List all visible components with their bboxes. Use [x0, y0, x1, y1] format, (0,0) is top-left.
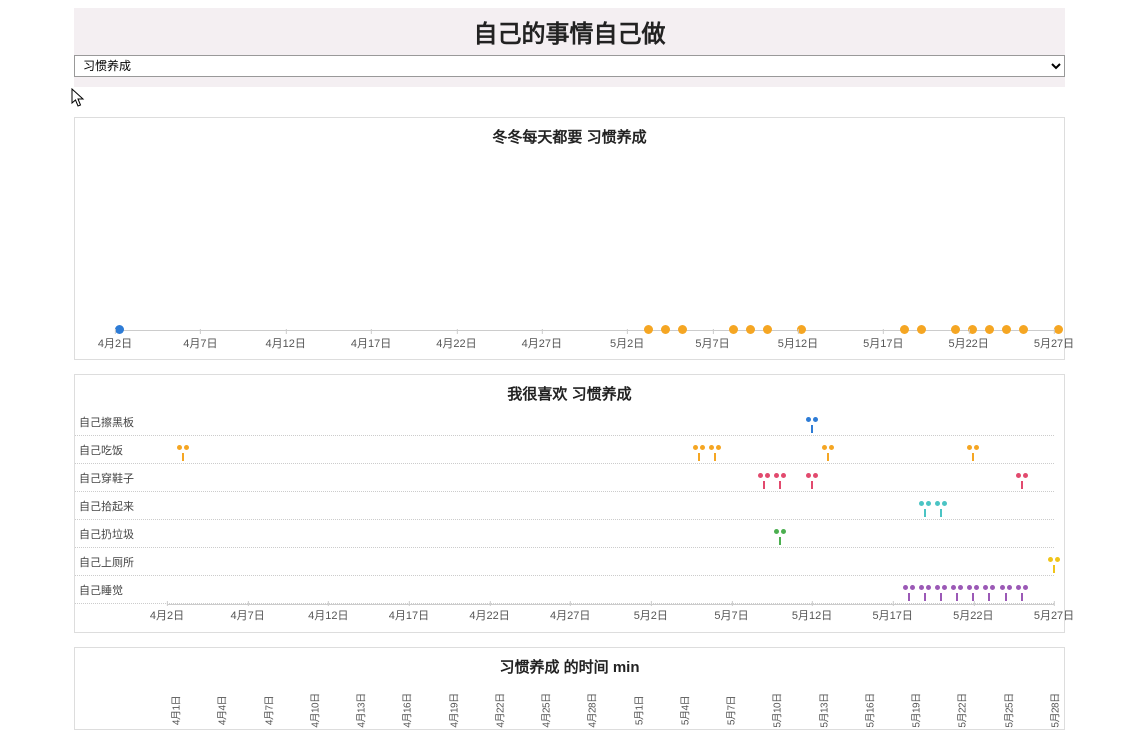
chart2-row: 自己睡觉: [75, 576, 1054, 604]
chart2-xtick: 5月22日: [953, 607, 993, 623]
event-marker: [807, 473, 817, 489]
chart3-xtick: 4月25日: [538, 693, 553, 727]
chart2-xtick: 4月7日: [231, 607, 265, 623]
chart2-row-label: 自己拾起来: [79, 498, 151, 514]
chart2-xtick: 4月27日: [550, 607, 590, 623]
chart2-row-label: 自己吃饭: [79, 442, 151, 458]
chart3-xtick: 4月10日: [306, 693, 321, 727]
chart2-track: [167, 576, 1054, 603]
event-marker: [1017, 585, 1027, 601]
chart3-xtick: 5月4日: [676, 696, 691, 725]
chart3-xtick: 4月19日: [445, 693, 460, 727]
chart2-xtick: 5月12日: [792, 607, 832, 623]
event-marker: [952, 585, 962, 601]
chart3-xtick: 4月1日: [168, 696, 183, 725]
chart3-xtick: 4月7日: [260, 696, 275, 725]
chart1-xtick: 5月7日: [695, 335, 729, 351]
chart1-xtick: 5月2日: [610, 335, 644, 351]
chart2-xaxis: 4月2日4月7日4月12日4月17日4月22日4月27日5月2日5月7日5月12…: [167, 604, 1054, 624]
chart3-area: 4月1日 4月4日 4月7日 4月10日 4月13日 4月16日 4月19日 4月22日 4月2…: [85, 681, 1054, 729]
chart1-xtick: 5月17日: [863, 335, 903, 351]
chart3-xtick: 4月28日: [584, 693, 599, 727]
header-bar: 自己的事情自己做 习惯养成: [74, 8, 1065, 87]
chart1-xtick: 5月12日: [778, 335, 818, 351]
chart3-xtick: 4月4日: [214, 696, 229, 725]
chart3-xtick: 4月16日: [399, 693, 414, 727]
chart2-track: [167, 548, 1054, 575]
chart3-xtick: 5月22日: [954, 693, 969, 727]
chart3-xtick: 5月28日: [1047, 693, 1062, 727]
chart1-xtick: 4月12日: [266, 335, 306, 351]
chart1-area: 4月2日 4月7日 4月12日 4月17日 4月22日 4月27日 5月2日 5月7日 5月12…: [85, 151, 1054, 351]
chart3-xtick: 5月19日: [908, 693, 923, 727]
chart1-xtick: 5月27日: [1034, 335, 1074, 351]
event-marker: [1001, 585, 1011, 601]
chart2-row: 自己上厕所: [75, 548, 1054, 576]
chart3-xtick: 5月10日: [769, 693, 784, 727]
chart2-row: 自己拾起来: [75, 492, 1054, 520]
chart3-xtick: 5月7日: [723, 696, 738, 725]
chart2-row-label: 自己擦黑板: [79, 414, 151, 430]
chart1-title: 冬冬每天都要 习惯养成: [75, 118, 1064, 151]
event-marker: [968, 445, 978, 461]
chart2-row-label: 自己睡觉: [79, 582, 151, 598]
chart2-row: 自己擦黑板: [75, 408, 1054, 436]
event-marker: [694, 445, 704, 461]
chart3-xtick: 4月13日: [353, 693, 368, 727]
chart2-xtick: 4月2日: [150, 607, 184, 623]
chart3-xtick: 5月13日: [815, 693, 830, 727]
event-marker: [759, 473, 769, 489]
chart2-track: [167, 436, 1054, 463]
chart2-panel: 我很喜欢 习惯养成 自己擦黑板自己吃饭自己穿鞋子自己拾起来自己扔垃圾自己上厕所自…: [74, 374, 1065, 633]
event-marker: [1017, 473, 1027, 489]
chart2-row: 自己扔垃圾: [75, 520, 1054, 548]
habit-select[interactable]: 习惯养成: [74, 55, 1065, 77]
event-marker: [920, 585, 930, 601]
chart2-row: 自己穿鞋子: [75, 464, 1054, 492]
chart2-track: [167, 408, 1054, 435]
chart2-xtick: 4月17日: [389, 607, 429, 623]
chart1-xtick: 4月7日: [183, 335, 217, 351]
chart1-xtick: 4月2日: [98, 335, 132, 351]
chart3-xtick: 5月16日: [861, 693, 876, 727]
chart3-panel: 习惯养成 的时间 min 4月1日 4月4日 4月7日 4月10日 4月13日 4月16日…: [74, 647, 1065, 730]
event-marker: [968, 585, 978, 601]
chart3-xtick: 5月25日: [1000, 693, 1015, 727]
event-marker: [775, 529, 785, 545]
event-marker: [936, 501, 946, 517]
event-marker: [984, 585, 994, 601]
event-marker: [936, 585, 946, 601]
event-marker: [920, 501, 930, 517]
event-marker: [904, 585, 914, 601]
chart1-xtick: 4月27日: [522, 335, 562, 351]
chart2-row-label: 自己穿鞋子: [79, 470, 151, 486]
event-marker: [710, 445, 720, 461]
event-marker: [178, 445, 188, 461]
chart1-xtick: 4月17日: [351, 335, 391, 351]
chart2-xtick: 4月12日: [308, 607, 348, 623]
event-marker: [823, 445, 833, 461]
chart2-row-label: 自己扔垃圾: [79, 526, 151, 542]
chart2-xtick: 5月7日: [714, 607, 748, 623]
chart1-xtick: 5月22日: [948, 335, 988, 351]
chart2-track: [167, 520, 1054, 547]
event-marker: [775, 473, 785, 489]
chart2-xtick: 4月22日: [469, 607, 509, 623]
chart2-track: [167, 492, 1054, 519]
chart2-xtick: 5月27日: [1034, 607, 1074, 623]
page-title: 自己的事情自己做: [74, 14, 1065, 49]
chart2-title: 我很喜欢 习惯养成: [75, 375, 1064, 408]
chart1-panel: 冬冬每天都要 习惯养成 4月2日 4月7日 4月12日 4月17日 4月22日 4月27日…: [74, 117, 1065, 360]
chart2-track: [167, 464, 1054, 491]
chart2-row-label: 自己上厕所: [79, 554, 151, 570]
chart2-xtick: 5月17日: [873, 607, 913, 623]
chart1-xtick: 4月22日: [436, 335, 476, 351]
chart2-xtick: 5月2日: [634, 607, 668, 623]
event-marker: [1049, 557, 1059, 573]
chart3-xtick: 4月22日: [491, 693, 506, 727]
chart3-title: 习惯养成 的时间 min: [75, 648, 1064, 681]
event-marker: [807, 417, 817, 433]
chart3-xtick: 5月1日: [630, 696, 645, 725]
chart2-row: 自己吃饭: [75, 436, 1054, 464]
